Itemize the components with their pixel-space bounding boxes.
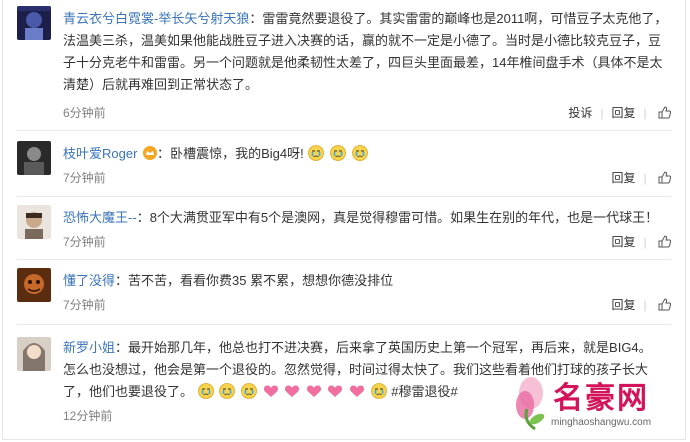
reply-button[interactable]: 回复 (612, 106, 636, 120)
comment-actions: 回复 | (604, 233, 672, 250)
avatar[interactable] (17, 205, 51, 239)
like-icon (658, 235, 672, 248)
comment-content: 枝叶爱Roger ：卧槽震惊，我的Big4呀! (63, 143, 671, 165)
comment-item: 懂了没得：苦不苦，看看你费35 累不累，想想你德没排位 7分钟前 回复 | (3, 260, 685, 318)
like-button[interactable] (655, 106, 672, 120)
like-icon (658, 106, 672, 119)
hashtag[interactable]: #穆雷退役# (391, 384, 457, 399)
watermark-logo: 名豪网 minghaoshangwu.com (509, 373, 679, 437)
crying-emoji (330, 145, 346, 161)
username-link[interactable]: 恐怖大魔王-- (63, 210, 137, 225)
avatar[interactable] (17, 141, 51, 175)
crying-emoji (240, 383, 257, 399)
like-icon (658, 298, 672, 311)
comment-item: 恐怖大魔王--：8个大满贯亚军中有5个是澳网，真是觉得穆雷可惜。如果生在别的年代… (3, 197, 685, 255)
comment-item: 枝叶爱Roger ：卧槽震惊，我的Big4呀! 7分钟前 回复 | (3, 131, 685, 189)
comment-content: 青云衣兮白霓裳-举长矢兮射天狼：雷雷竟然要退役了。其实雷雷的巅峰也是2011啊，… (63, 11, 668, 92)
comment-item: 青云衣兮白霓裳-举长矢兮射天狼：雷雷竟然要退役了。其实雷雷的巅峰也是2011啊，… (3, 0, 685, 122)
crying-emoji (197, 383, 214, 399)
heart-emoji (306, 385, 321, 397)
reply-button[interactable]: 回复 (612, 171, 636, 185)
username-link[interactable]: 新罗小姐 (63, 340, 115, 355)
comment-text: 卧槽震惊，我的Big4呀! (170, 146, 304, 161)
reply-button[interactable]: 回复 (612, 235, 636, 249)
report-button[interactable]: 投诉 (568, 106, 592, 120)
like-button[interactable] (655, 171, 672, 185)
comment-actions: 回复 | (604, 169, 672, 186)
comment-content: 懂了没得：苦不苦，看看你费35 累不累，想想你德没排位 (63, 273, 394, 288)
avatar[interactable] (17, 6, 51, 40)
timestamp: 12分钟前 (63, 409, 113, 423)
comment-actions: 回复 | (604, 296, 672, 313)
crying-emoji (219, 383, 236, 399)
username-link[interactable]: 青云衣兮白霓裳-举长矢兮射天狼 (63, 11, 249, 26)
heart-emoji (349, 385, 365, 397)
timestamp: 7分钟前 (63, 298, 106, 312)
avatar[interactable] (17, 268, 51, 302)
username-link[interactable]: 枝叶爱Roger (63, 146, 137, 161)
reply-button[interactable]: 回复 (612, 298, 636, 312)
crown-icon (143, 146, 158, 160)
username-link[interactable]: 懂了没得 (63, 273, 115, 288)
comment-text: 8个大满贯亚军中有5个是澳网，真是觉得穆雷可惜。如果生在别的年代，也是一代球王！ (149, 210, 659, 225)
comment-actions: 投诉 | 回复 | (560, 104, 672, 121)
watermark-flower-icon (516, 377, 545, 431)
timestamp: 7分钟前 (63, 171, 106, 185)
comment-text: 苦不苦，看看你费35 累不累，想想你德没排位 (128, 273, 394, 288)
timestamp: 6分钟前 (63, 106, 106, 120)
avatar[interactable] (17, 337, 51, 371)
crying-emoji (308, 145, 325, 161)
heart-emoji (328, 385, 343, 397)
like-icon (658, 171, 672, 184)
heart-emoji (285, 385, 300, 397)
crying-emoji (370, 383, 387, 399)
like-button[interactable] (655, 235, 672, 249)
watermark-title: 名豪网 (553, 381, 649, 416)
comment-list: 青云衣兮白霓裳-举长矢兮射天狼：雷雷竟然要退役了。其实雷雷的巅峰也是2011啊，… (2, 0, 686, 440)
comment-content: 恐怖大魔王--：8个大满贯亚军中有5个是澳网，真是觉得穆雷可惜。如果生在别的年代… (63, 210, 659, 225)
heart-emoji (263, 385, 278, 397)
watermark-url: minghaoshangwu.com (551, 417, 652, 428)
like-button[interactable] (655, 298, 672, 312)
timestamp: 7分钟前 (63, 235, 106, 249)
crying-emoji (351, 145, 368, 161)
